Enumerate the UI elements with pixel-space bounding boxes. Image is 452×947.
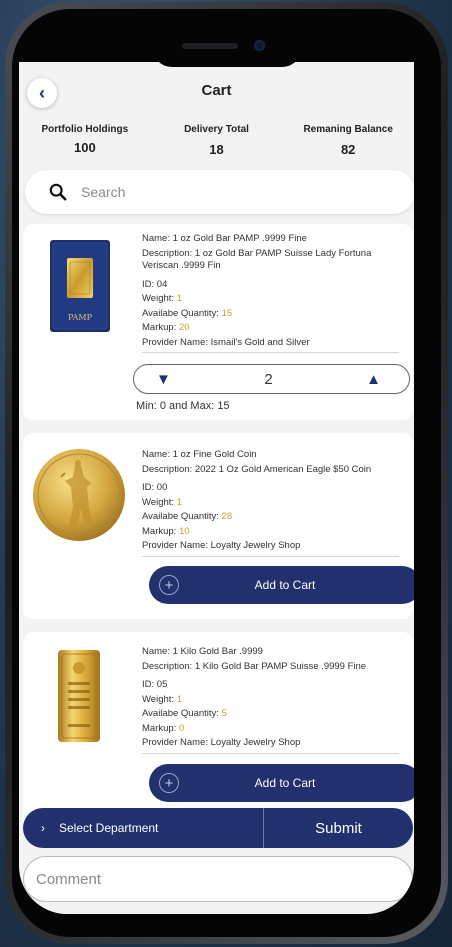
field-label: Provider Name: [142, 336, 208, 348]
product-card-gold-coin: Name: 1 oz Fine Gold Coin Description: 2… [23, 433, 414, 619]
product-markup: 10 [178, 525, 190, 537]
product-id: 05 [156, 679, 168, 690]
stats-bar: Portfolio Holdings 100 Delivery Total 18… [19, 124, 414, 157]
decrement-button[interactable]: ▼ [156, 371, 171, 388]
field-label: Weight: [142, 293, 175, 304]
quantity-stepper: ▼ 2 ▲ [133, 364, 410, 394]
field-label: Markup: [142, 525, 177, 537]
stat-portfolio-holdings: Portfolio Holdings 100 [19, 124, 151, 157]
stat-value: 82 [340, 142, 356, 157]
field-label: Availabe Quantity: [142, 511, 219, 522]
field-label: Availabe Quantity: [142, 708, 219, 719]
field-label: Name: [142, 646, 170, 657]
field-label: ID: [142, 679, 155, 690]
comment-box[interactable] [23, 856, 413, 902]
product-markup: 0 [178, 722, 185, 734]
stat-delivery-total: Delivery Total 18 [151, 124, 283, 157]
field-label: Name: [142, 233, 170, 244]
product-weight: 1 [176, 496, 182, 508]
product-info: Name: 1 oz Gold Bar PAMP .9999 Fine Desc… [142, 233, 399, 355]
button-label: Add to Cart [254, 578, 316, 592]
department-label: Select Department [59, 821, 159, 835]
product-quantity: 28 [221, 511, 233, 522]
field-label: Description: [142, 660, 193, 672]
field-label: Description: [142, 247, 193, 259]
action-bar: › Select Department Submit [23, 808, 413, 848]
stat-value: 18 [209, 142, 224, 157]
product-image-pamp-bar: PAMP [50, 240, 110, 332]
field-label: Weight: [142, 496, 175, 508]
front-camera-icon [253, 40, 265, 51]
stat-label: Delivery Total [184, 124, 249, 135]
phone-notch [151, 27, 302, 67]
product-id: 04 [156, 278, 168, 290]
product-markup: 20 [178, 322, 190, 333]
search-input[interactable] [81, 184, 361, 200]
field-label: ID: [142, 278, 155, 290]
field-label: Provider Name: [142, 737, 208, 748]
product-description: 1 Kilo Gold Bar PAMP Suisse .9999 Fine [194, 660, 367, 672]
product-image-gold-coin [31, 447, 127, 543]
plus-circle-icon: + [159, 773, 179, 793]
field-label: Name: [142, 449, 170, 460]
stat-value: 100 [73, 140, 96, 155]
product-card-kilo-gold-bar: Name: 1 Kilo Gold Bar .9999 Description:… [23, 632, 414, 832]
product-name: 1 oz Gold Bar PAMP .9999 Fine [172, 233, 307, 244]
select-department-button[interactable]: › Select Department [23, 808, 264, 848]
page-title: Cart [201, 82, 232, 99]
product-weight: 1 [176, 293, 182, 304]
field-label: Description: [142, 463, 193, 475]
product-info: Name: 1 oz Fine Gold Coin Description: 2… [142, 449, 399, 559]
button-label: Add to Cart [254, 776, 316, 790]
chevron-right-icon: › [41, 821, 45, 835]
quantity-range: Min: 0 and Max: 15 [136, 400, 230, 412]
stat-label: Portfolio Holdings [41, 124, 129, 135]
pamp-logo-text: PAMP [68, 313, 93, 322]
field-label: Provider Name: [142, 540, 208, 551]
field-label: ID: [142, 482, 155, 493]
product-name: 1 oz Fine Gold Coin [172, 449, 257, 460]
provider-name: Loyalty Jewelry Shop [210, 540, 301, 551]
quantity-value: 2 [264, 370, 273, 388]
speaker-grille [181, 43, 238, 49]
product-info: Name: 1 Kilo Gold Bar .9999 Description:… [142, 646, 399, 756]
field-label: Availabe Quantity: [142, 307, 219, 319]
field-label: Markup: [142, 722, 177, 734]
submit-button[interactable]: Submit [264, 808, 413, 848]
increment-button[interactable]: ▲ [366, 371, 381, 388]
product-quantity: 15 [221, 307, 233, 319]
search-bar[interactable] [25, 170, 414, 214]
field-label: Markup: [142, 322, 177, 333]
product-image-kilo-bar [56, 648, 102, 744]
field-label: Weight: [142, 693, 175, 705]
add-to-cart-button[interactable]: + Add to Cart [149, 566, 414, 604]
product-description: 2022 1 Oz Gold American Eagle $50 Coin [194, 463, 372, 475]
provider-name: Loyalty Jewelry Shop [210, 737, 301, 748]
stat-label: Remaning Balance [303, 124, 393, 135]
plus-circle-icon: + [159, 575, 179, 595]
add-to-cart-button[interactable]: + Add to Cart [149, 764, 414, 802]
stat-remaining-balance: Remaning Balance 82 [282, 124, 414, 157]
comment-input[interactable] [36, 870, 376, 888]
provider-name: Ismail's Gold and Silver [210, 336, 310, 348]
app-screen: ‹ Cart Portfolio Holdings 100 Delivery T… [19, 62, 414, 914]
product-name: 1 Kilo Gold Bar .9999 [172, 646, 263, 657]
product-quantity: 5 [221, 708, 227, 719]
search-icon [49, 183, 67, 201]
product-weight: 1 [176, 693, 182, 705]
product-id: 00 [156, 482, 168, 493]
